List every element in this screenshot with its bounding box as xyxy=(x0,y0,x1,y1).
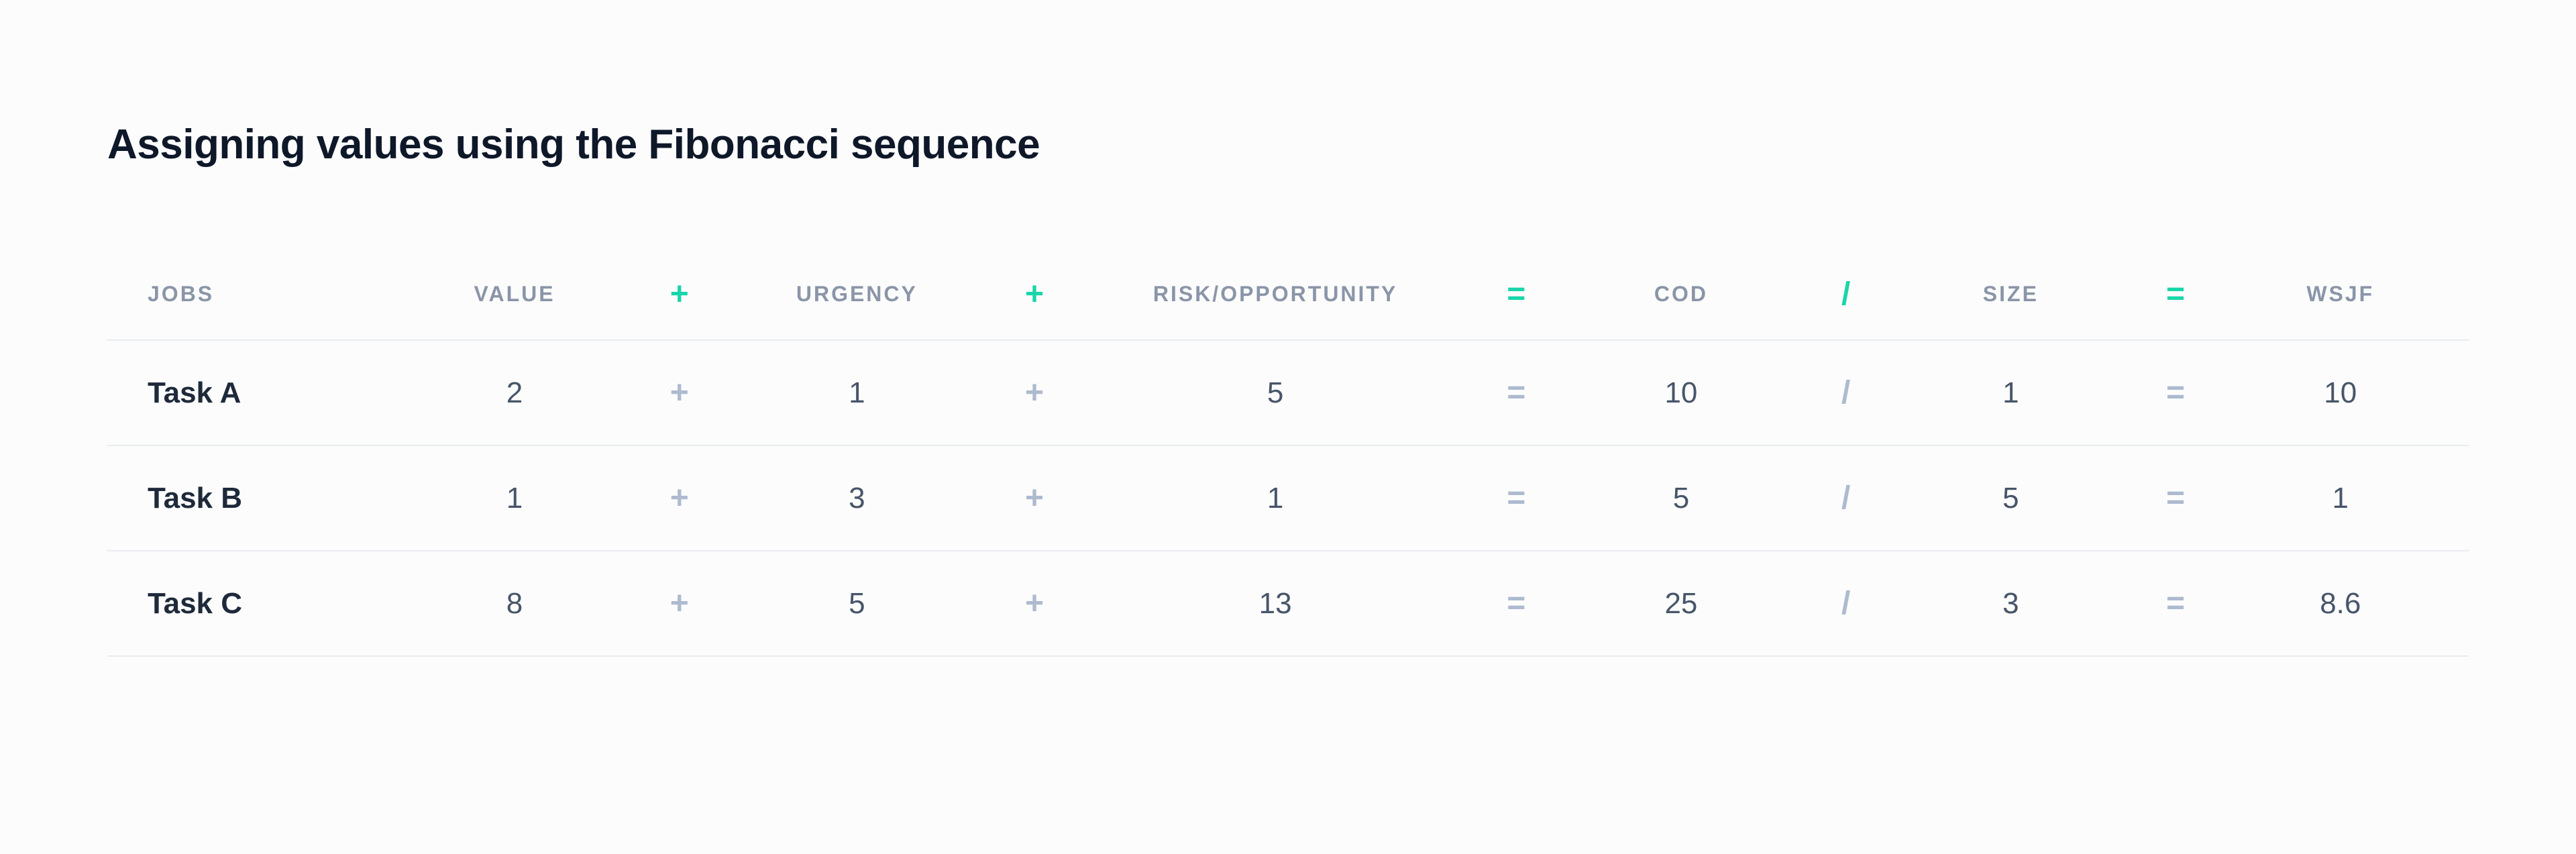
equals-icon: = xyxy=(2112,585,2239,622)
header-size: SIZE xyxy=(1909,282,2112,307)
plus-icon: + xyxy=(971,585,1097,622)
header-cod: COD xyxy=(1580,282,1782,307)
job-name: Task B xyxy=(134,482,413,515)
divide-icon: / xyxy=(1782,480,1909,517)
cell-risk: 5 xyxy=(1097,376,1452,410)
divide-icon: / xyxy=(1782,585,1909,622)
divide-icon: / xyxy=(1782,276,1909,313)
cell-size: 3 xyxy=(1909,587,2112,621)
divide-icon: / xyxy=(1782,374,1909,411)
cell-cod: 5 xyxy=(1580,482,1782,515)
header-risk: RISK/OPPORTUNITY xyxy=(1097,282,1452,307)
plus-icon: + xyxy=(616,276,743,313)
cell-urgency: 1 xyxy=(743,376,971,410)
job-name: Task A xyxy=(134,376,413,410)
header-jobs: JOBS xyxy=(134,282,413,307)
equals-icon: = xyxy=(1453,276,1580,313)
cell-risk: 1 xyxy=(1097,482,1452,515)
equals-icon: = xyxy=(1453,374,1580,411)
table-row: Task B 1 + 3 + 1 = 5 / 5 = 1 xyxy=(107,446,2469,551)
header-wsjf: WSJF xyxy=(2239,282,2442,307)
cell-value: 2 xyxy=(413,376,616,410)
header-urgency: URGENCY xyxy=(743,282,971,307)
table-row: Task C 8 + 5 + 13 = 25 / 3 = 8.6 xyxy=(107,551,2469,657)
plus-icon: + xyxy=(971,480,1097,517)
cell-cod: 10 xyxy=(1580,376,1782,410)
wsjf-table: JOBS VALUE + URGENCY + RISK/OPPORTUNITY … xyxy=(107,249,2469,657)
cell-value: 1 xyxy=(413,482,616,515)
plus-icon: + xyxy=(971,374,1097,411)
cell-size: 5 xyxy=(1909,482,2112,515)
equals-icon: = xyxy=(2112,276,2239,313)
equals-icon: = xyxy=(1453,585,1580,622)
cell-risk: 13 xyxy=(1097,587,1452,621)
plus-icon: + xyxy=(616,480,743,517)
table-header-row: JOBS VALUE + URGENCY + RISK/OPPORTUNITY … xyxy=(107,249,2469,341)
cell-value: 8 xyxy=(413,587,616,621)
cell-urgency: 5 xyxy=(743,587,971,621)
cell-urgency: 3 xyxy=(743,482,971,515)
plus-icon: + xyxy=(971,276,1097,313)
cell-size: 1 xyxy=(1909,376,2112,410)
equals-icon: = xyxy=(1453,480,1580,517)
equals-icon: = xyxy=(2112,480,2239,517)
cell-cod: 25 xyxy=(1580,587,1782,621)
job-name: Task C xyxy=(134,587,413,621)
cell-wsjf: 10 xyxy=(2239,376,2442,410)
equals-icon: = xyxy=(2112,374,2239,411)
page-title: Assigning values using the Fibonacci seq… xyxy=(107,121,2469,168)
cell-wsjf: 1 xyxy=(2239,482,2442,515)
plus-icon: + xyxy=(616,585,743,622)
cell-wsjf: 8.6 xyxy=(2239,587,2442,621)
plus-icon: + xyxy=(616,374,743,411)
header-value: VALUE xyxy=(413,282,616,307)
table-row: Task A 2 + 1 + 5 = 10 / 1 = 10 xyxy=(107,341,2469,446)
